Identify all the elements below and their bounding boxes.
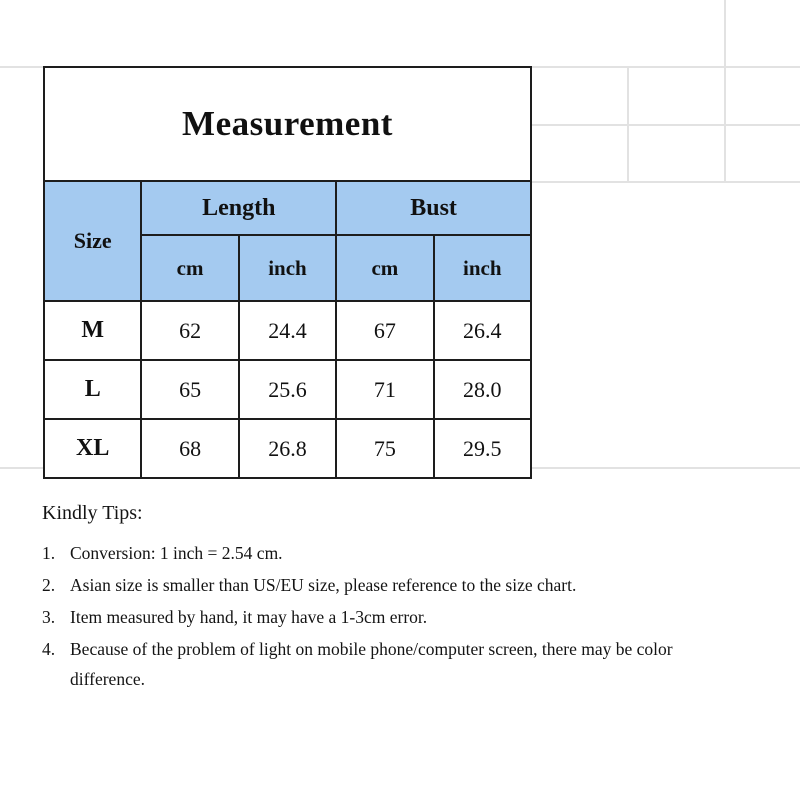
table-row-header-group: Size Length Bust	[42, 180, 532, 302]
cell-bust-inch: 29.5	[432, 418, 533, 479]
table-row: M 62 24.4 67 26.4	[42, 300, 533, 361]
measurement-table: Measurement Size Length Bust cm inch cm …	[42, 66, 533, 479]
table-row: L 65 25.6 71 28.0	[42, 359, 533, 420]
header-unit-length-cm: cm	[140, 234, 240, 302]
tip-number: 3.	[42, 607, 56, 627]
cell-length-cm: 62	[140, 300, 240, 361]
cell-length-cm: 68	[140, 418, 240, 479]
cell-bust-cm: 71	[335, 359, 435, 420]
gridline-horizontal	[532, 181, 800, 183]
tip-number: 4.	[42, 639, 56, 659]
cell-size: L	[42, 359, 143, 420]
header-unit-length-inch: inch	[237, 234, 338, 302]
table-row-title: Measurement	[43, 66, 532, 182]
gridline-horizontal	[532, 124, 800, 126]
gridline-horizontal	[0, 467, 43, 469]
list-item: 4. Because of the problem of light on mo…	[42, 634, 742, 694]
header-size: Size	[42, 180, 143, 302]
cell-size: M	[42, 300, 143, 361]
gridline-vertical	[627, 66, 629, 182]
cell-length-inch: 26.8	[237, 418, 338, 479]
gridline-horizontal	[532, 467, 800, 469]
tip-text: Conversion: 1 inch = 2.54 cm.	[70, 543, 283, 563]
cell-bust-cm: 75	[335, 418, 435, 479]
cell-bust-inch: 28.0	[432, 359, 533, 420]
tips-list: 1. Conversion: 1 inch = 2.54 cm. 2. Asia…	[42, 538, 742, 694]
list-item: 2. Asian size is smaller than US/EU size…	[42, 570, 742, 600]
tip-text: Item measured by hand, it may have a 1-3…	[70, 607, 428, 627]
size-chart: Measurement Size Length Bust cm inch cm …	[42, 66, 533, 479]
tip-text: Because of the problem of light on mobil…	[70, 639, 673, 689]
header-unit-bust-cm: cm	[335, 234, 435, 302]
table-row: XL 68 26.8 75 29.5	[42, 418, 533, 479]
list-item: 1. Conversion: 1 inch = 2.54 cm.	[42, 538, 742, 568]
tip-number: 1.	[42, 543, 56, 563]
tip-number: 2.	[42, 575, 56, 595]
tips-heading: Kindly Tips:	[42, 502, 143, 524]
cell-length-cm: 65	[140, 359, 240, 420]
cell-length-inch: 25.6	[237, 359, 338, 420]
header-group-bust: Bust	[335, 180, 532, 236]
tip-text: Asian size is smaller than US/EU size, p…	[70, 575, 577, 595]
cell-size: XL	[42, 418, 143, 479]
cell-length-inch: 24.4	[237, 300, 338, 361]
table-title: Measurement	[43, 66, 532, 182]
gridline-vertical	[724, 0, 726, 182]
header-group-length: Length	[140, 180, 338, 236]
list-item: 3. Item measured by hand, it may have a …	[42, 602, 742, 632]
cell-bust-cm: 67	[335, 300, 435, 361]
tips-section: Kindly Tips: 1. Conversion: 1 inch = 2.5…	[42, 500, 742, 696]
cell-bust-inch: 26.4	[432, 300, 533, 361]
header-unit-bust-inch: inch	[432, 234, 533, 302]
